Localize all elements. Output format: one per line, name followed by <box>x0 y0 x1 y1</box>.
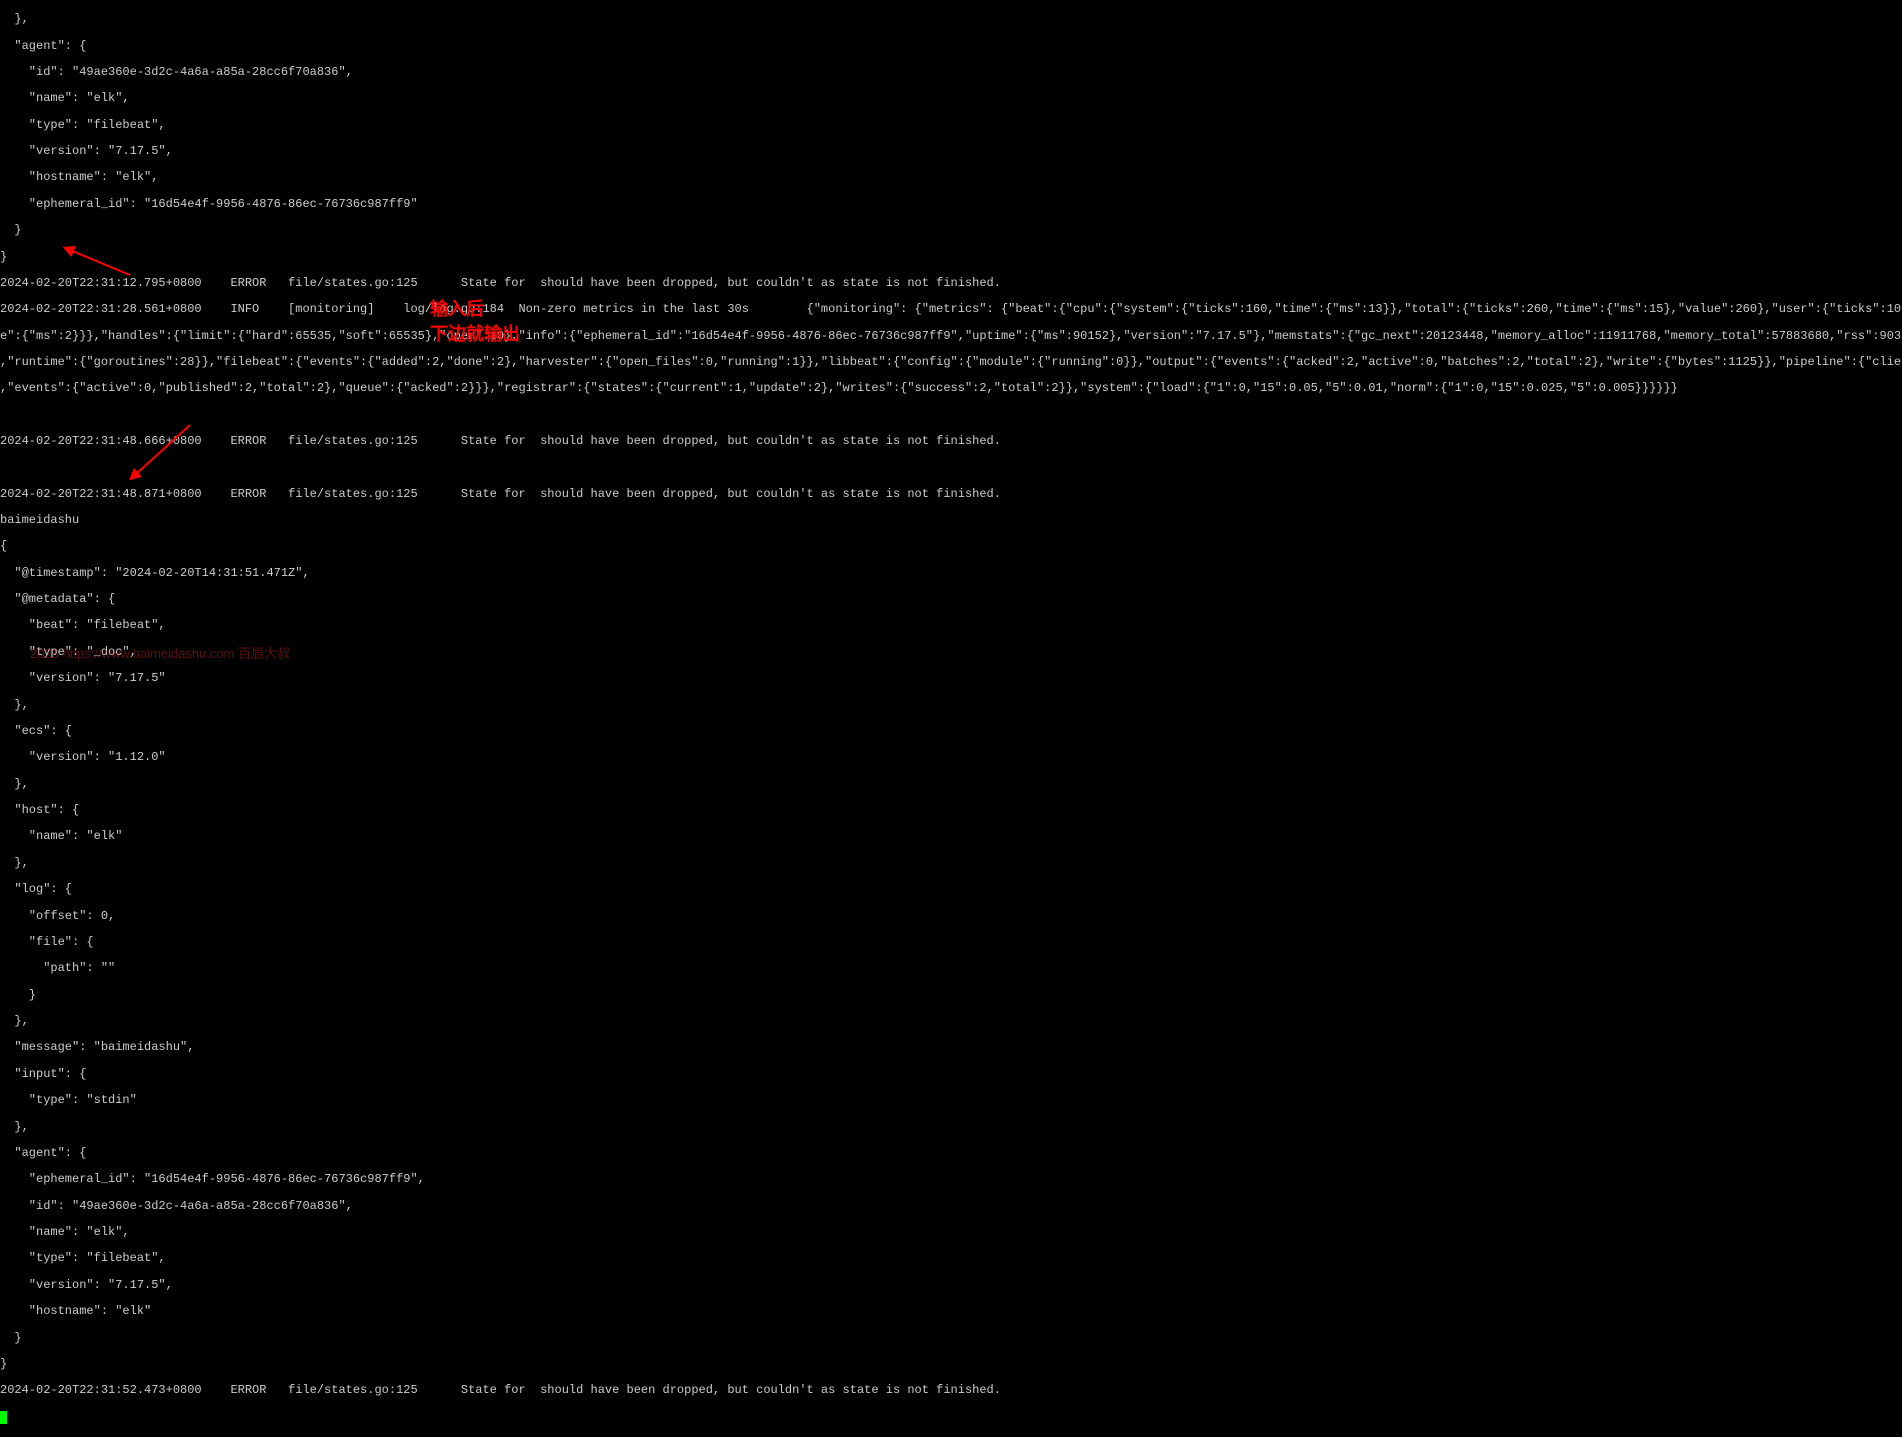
log-line: }, <box>0 857 1902 870</box>
log-line: "agent": { <box>0 1147 1902 1160</box>
log-line: "type": "filebeat", <box>0 119 1902 132</box>
log-line: 2024-02-20T22:31:52.473+0800 ERROR file/… <box>0 1384 1902 1397</box>
terminal-output[interactable]: }, "agent": { "id": "49ae360e-3d2c-4a6a-… <box>0 0 1902 1437</box>
log-line: "id": "49ae360e-3d2c-4a6a-a85a-28cc6f70a… <box>0 1200 1902 1213</box>
terminal-cursor <box>0 1411 7 1424</box>
log-line: "agent": { <box>0 40 1902 53</box>
log-line: "input": { <box>0 1068 1902 1081</box>
log-line: 2024-02-20T22:31:28.561+0800 INFO [monit… <box>0 303 1902 316</box>
log-line: "id": "49ae360e-3d2c-4a6a-a85a-28cc6f70a… <box>0 66 1902 79</box>
log-line: 2024-02-20T22:31:48.666+0800 ERROR file/… <box>0 435 1902 448</box>
log-line: "name": "elk" <box>0 830 1902 843</box>
log-line: "version": "1.12.0" <box>0 751 1902 764</box>
log-line: "beat": "filebeat", <box>0 619 1902 632</box>
log-line <box>0 409 1902 422</box>
log-line: } <box>0 224 1902 237</box>
log-line: "hostname": "elk", <box>0 171 1902 184</box>
log-line: ,"runtime":{"goroutines":28}},"filebeat"… <box>0 356 1902 369</box>
log-line: "@metadata": { <box>0 593 1902 606</box>
log-line: "ephemeral_id": "16d54e4f-9956-4876-86ec… <box>0 198 1902 211</box>
log-line: "version": "7.17.5", <box>0 145 1902 158</box>
log-line: "hostname": "elk" <box>0 1305 1902 1318</box>
cursor-line[interactable] <box>0 1411 1902 1424</box>
log-line <box>0 461 1902 474</box>
log-line: "message": "baimeidashu", <box>0 1041 1902 1054</box>
log-line: baimeidashu <box>0 514 1902 527</box>
log-line: "version": "7.17.5" <box>0 672 1902 685</box>
log-line: 2024-02-20T22:31:48.871+0800 ERROR file/… <box>0 488 1902 501</box>
log-line: ,"events":{"active":0,"published":2,"tot… <box>0 382 1902 395</box>
log-line: "name": "elk", <box>0 92 1902 105</box>
log-line: "@timestamp": "2024-02-20T14:31:51.471Z"… <box>0 567 1902 580</box>
log-line: "file": { <box>0 936 1902 949</box>
log-line: 2024-02-20T22:31:12.795+0800 ERROR file/… <box>0 277 1902 290</box>
log-line: "ecs": { <box>0 725 1902 738</box>
log-line: "log": { <box>0 883 1902 896</box>
log-line: { <box>0 540 1902 553</box>
log-line: "version": "7.17.5", <box>0 1279 1902 1292</box>
log-line: }, <box>0 1015 1902 1028</box>
log-line: }, <box>0 699 1902 712</box>
log-line: "type": "filebeat", <box>0 1252 1902 1265</box>
log-line: e":{"ms":2}}},"handles":{"limit":{"hard"… <box>0 330 1902 343</box>
log-line: } <box>0 1358 1902 1371</box>
log-line: }, <box>0 778 1902 791</box>
log-line: }, <box>0 1121 1902 1134</box>
log-line: } <box>0 989 1902 1002</box>
log-line: "ephemeral_id": "16d54e4f-9956-4876-86ec… <box>0 1173 1902 1186</box>
log-line: "host": { <box>0 804 1902 817</box>
log-line: } <box>0 251 1902 264</box>
log-line: "offset": 0, <box>0 910 1902 923</box>
log-line: } <box>0 1332 1902 1345</box>
log-line: "type": "_doc", <box>0 646 1902 659</box>
log-line: "name": "elk", <box>0 1226 1902 1239</box>
log-line: "type": "stdin" <box>0 1094 1902 1107</box>
log-line: }, <box>0 13 1902 26</box>
log-line: "path": "" <box>0 962 1902 975</box>
